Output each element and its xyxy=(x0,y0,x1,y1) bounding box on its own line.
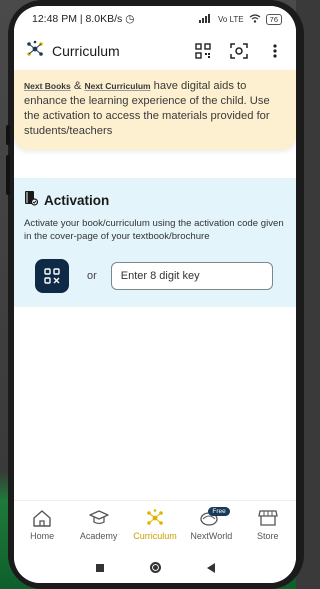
status-time-text: 12:48 PM | 8.0KB/s xyxy=(32,13,123,25)
nav-item-curriculum[interactable]: Curriculum xyxy=(128,508,182,541)
nav-label-nextworld: NextWorld xyxy=(190,531,233,541)
activation-header: Activation xyxy=(24,190,286,211)
curriculum-logo-icon xyxy=(26,40,44,63)
wifi-icon xyxy=(249,13,261,25)
curriculum-icon xyxy=(145,508,165,528)
brand-next-curriculum: Next Curriculum xyxy=(84,81,151,91)
book-activation-icon xyxy=(24,190,39,211)
brand-next-books: Next Books xyxy=(24,81,71,91)
activation-code-input[interactable] xyxy=(110,262,273,290)
more-options-button[interactable] xyxy=(264,40,286,62)
free-badge: Free xyxy=(208,507,230,516)
activation-description: Activate your book/curriculum using the … xyxy=(24,218,284,242)
or-label: or xyxy=(87,270,97,282)
qr-code-button[interactable] xyxy=(192,40,214,62)
activation-card: Activation Activate your book/curriculum… xyxy=(14,178,296,307)
nav-label-curriculum: Curriculum xyxy=(133,531,177,541)
store-icon xyxy=(258,508,278,528)
app-bar: Curriculum xyxy=(14,32,296,70)
brand-separator: & xyxy=(70,80,85,92)
status-bar: 12:48 PM | 8.0KB/s ◷ Vo LTE 76 xyxy=(14,6,296,32)
nav-label-store: Store xyxy=(256,531,279,541)
home-button-icon[interactable] xyxy=(149,562,161,573)
app-screen: 12:48 PM | 8.0KB/s ◷ Vo LTE 76 Curriculu… xyxy=(14,6,296,583)
recent-apps-icon[interactable] xyxy=(95,563,104,572)
page-title: Curriculum xyxy=(52,43,120,59)
bottom-nav: Home Academy Curriculum Free NextWorld S… xyxy=(14,500,296,552)
back-icon[interactable] xyxy=(206,562,215,573)
battery-icon: 76 xyxy=(265,13,282,25)
system-nav-bar xyxy=(14,552,296,583)
info-banner: Next Books & Next Curriculum have digita… xyxy=(14,70,296,150)
graduation-cap-icon xyxy=(88,508,109,528)
activation-input-row: or xyxy=(24,259,286,293)
alarm-icon: ◷ xyxy=(125,13,135,25)
nav-item-academy[interactable]: Academy xyxy=(72,508,126,541)
more-vert-icon xyxy=(273,44,277,58)
nav-label-home: Home xyxy=(30,531,55,541)
qr-scan-icon xyxy=(44,268,60,284)
status-time-speed: 12:48 PM | 8.0KB/s ◷ xyxy=(32,13,134,25)
home-icon xyxy=(32,508,52,528)
phone-side-button xyxy=(6,125,10,145)
phone-side-button xyxy=(6,155,10,195)
activation-title: Activation xyxy=(44,193,110,208)
nav-item-nextworld[interactable]: Free NextWorld xyxy=(184,507,238,541)
nav-item-home[interactable]: Home xyxy=(15,508,69,541)
qr-code-icon xyxy=(195,43,211,59)
status-icons: Vo LTE 76 xyxy=(199,13,282,25)
nav-label-academy: Academy xyxy=(79,531,118,541)
nextworld-icon: Free xyxy=(198,507,230,528)
nav-item-store[interactable]: Store xyxy=(241,508,295,541)
signal-icon xyxy=(199,13,213,25)
scan-icon xyxy=(230,43,248,59)
scan-qr-button[interactable] xyxy=(35,259,69,293)
volte-label: Vo LTE xyxy=(218,14,244,24)
scan-button[interactable] xyxy=(228,40,250,62)
